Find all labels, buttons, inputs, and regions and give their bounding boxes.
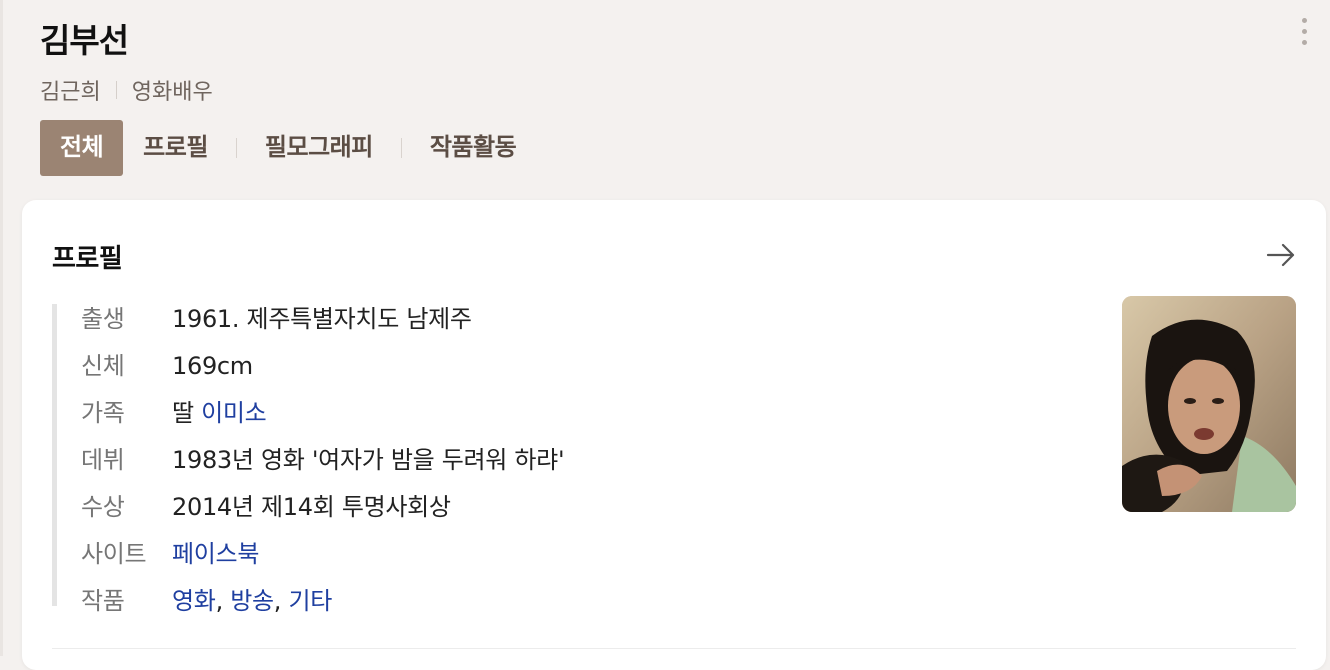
page-title: 김부선: [40, 21, 129, 60]
info-row-award: 수상 2014년 제14회 투명사회상: [81, 492, 564, 539]
more-options-icon[interactable]: [1298, 18, 1310, 52]
subtitle-line: 김근희 영화배우: [40, 74, 213, 106]
tab-profile[interactable]: 프로필: [123, 120, 228, 176]
info-value: 1983년 영화 '여자가 밤을 두려워 하랴': [172, 446, 565, 474]
profile-card: 프로필 출생 1961. 제주특별자치도 남제주 신체 169cm 가족 딸 이…: [22, 200, 1326, 670]
window-edge: [0, 0, 3, 656]
tab-all[interactable]: 전체: [40, 120, 124, 176]
arrow-right-icon[interactable]: [1264, 240, 1298, 270]
info-value: 2014년 제14회 투명사회상: [172, 493, 451, 521]
tab-works[interactable]: 작품활동: [410, 120, 536, 176]
real-name: 김근희: [40, 80, 101, 105]
comma: ,: [273, 587, 289, 615]
info-row-body: 신체 169cm: [81, 351, 564, 398]
info-label: 데뷔: [81, 446, 125, 474]
info-value: 169cm: [172, 352, 253, 380]
tab-bar: 전체 프로필 필모그래피 작품활동: [40, 120, 536, 176]
works-links: 영화, 방송, 기타: [172, 586, 332, 616]
divider: [115, 81, 117, 99]
tab-divider: [400, 138, 402, 158]
info-label: 작품: [81, 587, 125, 615]
info-label: 사이트: [81, 540, 147, 568]
facebook-link[interactable]: 페이스북: [172, 539, 259, 569]
tab-divider: [235, 138, 237, 158]
occupation: 영화배우: [131, 80, 213, 105]
works-movie-link[interactable]: 영화: [172, 587, 216, 615]
info-value: 딸 이미소: [172, 398, 267, 428]
card-divider: [52, 648, 1296, 649]
family-relation: 딸: [172, 399, 202, 427]
info-row-site: 사이트 페이스북: [81, 539, 564, 586]
info-row-family: 가족 딸 이미소: [81, 398, 564, 445]
family-link[interactable]: 이미소: [201, 399, 267, 427]
info-row-birth: 출생 1961. 제주특별자치도 남제주: [81, 304, 564, 351]
info-row-works: 작품 영화, 방송, 기타: [81, 586, 564, 633]
info-label: 가족: [81, 399, 125, 427]
comma: ,: [215, 587, 231, 615]
works-broadcast-link[interactable]: 방송: [230, 587, 274, 615]
info-label: 수상: [81, 493, 125, 521]
works-other-link[interactable]: 기타: [288, 587, 332, 615]
info-label: 신체: [81, 352, 125, 380]
info-label: 출생: [81, 305, 125, 333]
tab-filmography[interactable]: 필모그래피: [245, 120, 393, 176]
info-value: 1961. 제주특별자치도 남제주: [172, 305, 472, 333]
portrait-image: [1122, 296, 1296, 512]
profile-photo[interactable]: [1122, 296, 1296, 512]
info-row-debut: 데뷔 1983년 영화 '여자가 밤을 두려워 하랴': [81, 445, 565, 492]
profile-info-list: 출생 1961. 제주특별자치도 남제주 신체 169cm 가족 딸 이미소 데…: [52, 304, 565, 615]
profile-heading: 프로필: [52, 244, 123, 274]
